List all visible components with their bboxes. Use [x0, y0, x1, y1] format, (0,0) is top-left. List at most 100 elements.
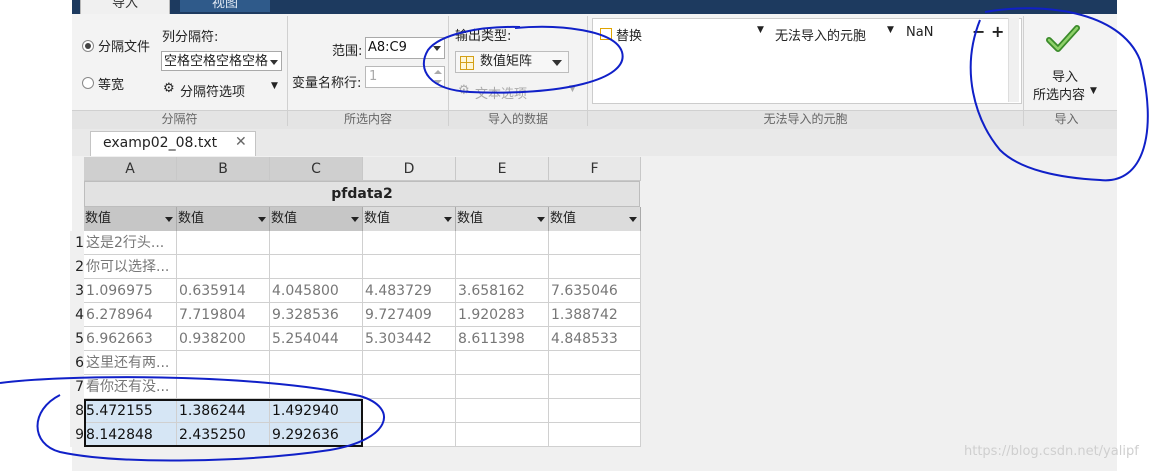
- table-cell[interactable]: 4.045800: [270, 279, 363, 303]
- table-cell[interactable]: 9.727409: [363, 303, 456, 327]
- chevron-down-icon[interactable]: ▼: [1090, 86, 1097, 96]
- column-header[interactable]: F: [549, 157, 641, 181]
- chevron-down-icon[interactable]: ▼: [271, 81, 278, 91]
- table-cell[interactable]: [270, 351, 363, 375]
- table-cell[interactable]: 6.962663: [84, 327, 177, 351]
- close-icon[interactable]: ✕: [235, 134, 247, 150]
- rules-scrollbar[interactable]: [1008, 18, 1019, 102]
- table-cell[interactable]: [456, 423, 549, 447]
- table-cell[interactable]: 4.848533: [549, 327, 641, 351]
- table-cell[interactable]: 1.492940: [270, 399, 363, 423]
- table-cell[interactable]: 5.254044: [270, 327, 363, 351]
- table-cell[interactable]: 1.920283: [456, 303, 549, 327]
- output-type-select[interactable]: 数值矩阵: [455, 51, 569, 73]
- table-cell[interactable]: [456, 399, 549, 423]
- column-header[interactable]: D: [363, 157, 456, 181]
- table-cell[interactable]: [363, 375, 456, 399]
- table-cell[interactable]: 8.611398: [456, 327, 549, 351]
- rule-action[interactable]: 替换: [616, 25, 642, 44]
- table-cell[interactable]: 7.719804: [177, 303, 270, 327]
- add-rule-button[interactable]: +: [991, 22, 1004, 41]
- column-delimiter-select[interactable]: 空格空格空格空格: [161, 51, 282, 71]
- column-type-select[interactable]: 数值: [270, 207, 363, 231]
- table-cell[interactable]: [456, 255, 549, 279]
- chevron-down-icon[interactable]: ▼: [757, 25, 764, 35]
- table-cell[interactable]: [270, 255, 363, 279]
- table-cell[interactable]: [549, 375, 641, 399]
- radio-fixed-width[interactable]: [82, 77, 94, 89]
- table-cell[interactable]: 0.938200: [177, 327, 270, 351]
- table-cell[interactable]: [363, 231, 456, 255]
- remove-rule-button[interactable]: −: [972, 22, 985, 41]
- row-header[interactable]: 8: [70, 399, 84, 423]
- table-cell[interactable]: 7.635046: [549, 279, 641, 303]
- table-cell[interactable]: 看你还有没...: [84, 375, 177, 399]
- column-type-select[interactable]: 数值: [84, 207, 177, 231]
- text-options-button[interactable]: 文本选项: [475, 83, 527, 102]
- table-cell[interactable]: [363, 423, 456, 447]
- column-header[interactable]: A: [84, 157, 177, 181]
- rule-value[interactable]: NaN: [906, 25, 933, 40]
- row-header[interactable]: 2: [70, 255, 84, 279]
- table-cell[interactable]: 1.388742: [549, 303, 641, 327]
- table-cell[interactable]: 6.278964: [84, 303, 177, 327]
- table-cell[interactable]: 5.472155: [84, 399, 177, 423]
- delimiter-options-button[interactable]: 分隔符选项: [180, 81, 245, 100]
- table-cell[interactable]: 3.658162: [456, 279, 549, 303]
- table-cell[interactable]: 4.483729: [363, 279, 456, 303]
- table-cell[interactable]: [177, 255, 270, 279]
- table-cell[interactable]: [549, 399, 641, 423]
- column-type-select[interactable]: 数值: [456, 207, 549, 231]
- radio-delimited[interactable]: [82, 40, 94, 52]
- import-selection-button[interactable]: 导入: [1030, 66, 1100, 85]
- table-cell[interactable]: 0.635914: [177, 279, 270, 303]
- table-cell[interactable]: 这是2行头...: [84, 231, 177, 255]
- table-cell[interactable]: 5.303442: [363, 327, 456, 351]
- table-cell[interactable]: [456, 375, 549, 399]
- table-cell[interactable]: [177, 231, 270, 255]
- table-cell[interactable]: 8.142848: [84, 423, 177, 447]
- rule-target[interactable]: 无法导入的元胞: [775, 25, 866, 44]
- table-cell[interactable]: [270, 231, 363, 255]
- column-type-select[interactable]: 数值: [549, 207, 641, 231]
- table-cell[interactable]: [456, 351, 549, 375]
- table-cell[interactable]: [270, 375, 363, 399]
- table-cell[interactable]: [456, 231, 549, 255]
- chevron-down-icon[interactable]: ▼: [887, 25, 894, 35]
- column-type-select[interactable]: 数值: [363, 207, 456, 231]
- table-cell[interactable]: 2.435250: [177, 423, 270, 447]
- table-cell[interactable]: [549, 423, 641, 447]
- row-header[interactable]: 3: [70, 279, 84, 303]
- rule-checkbox[interactable]: [600, 28, 612, 40]
- row-header[interactable]: 1: [70, 231, 84, 255]
- column-header[interactable]: C: [270, 157, 363, 181]
- table-cell[interactable]: 9.292636: [270, 423, 363, 447]
- table-cell[interactable]: [549, 351, 641, 375]
- range-input[interactable]: A8:C9: [365, 37, 445, 59]
- table-cell[interactable]: [549, 231, 641, 255]
- table-cell[interactable]: [549, 255, 641, 279]
- table-cell[interactable]: 9.328536: [270, 303, 363, 327]
- table-cell[interactable]: 这里还有两...: [84, 351, 177, 375]
- tab-view[interactable]: 视图: [180, 0, 270, 12]
- column-header[interactable]: E: [456, 157, 549, 181]
- table-cell[interactable]: [363, 399, 456, 423]
- table-cell[interactable]: [177, 375, 270, 399]
- row-header[interactable]: 4: [70, 303, 84, 327]
- row-header[interactable]: 9: [70, 423, 84, 447]
- row-header[interactable]: 7: [70, 375, 84, 399]
- row-header[interactable]: 6: [70, 351, 84, 375]
- table-cell[interactable]: 你可以选择...: [84, 255, 177, 279]
- column-type-select[interactable]: 数值: [177, 207, 270, 231]
- row-header[interactable]: 5: [70, 327, 84, 351]
- column-header[interactable]: B: [177, 157, 270, 181]
- table-cell[interactable]: [177, 351, 270, 375]
- import-selection-button-label[interactable]: 所选内容: [1030, 84, 1088, 103]
- tab-import[interactable]: 导入: [80, 0, 170, 15]
- variable-name-cell[interactable]: pfdata2: [84, 181, 640, 207]
- table-cell[interactable]: 1.386244: [177, 399, 270, 423]
- document-tab[interactable]: examp02_08.txt ✕: [90, 131, 256, 156]
- table-cell[interactable]: 1.096975: [84, 279, 177, 303]
- varname-row-stepper[interactable]: 1: [365, 66, 445, 88]
- table-cell[interactable]: [363, 255, 456, 279]
